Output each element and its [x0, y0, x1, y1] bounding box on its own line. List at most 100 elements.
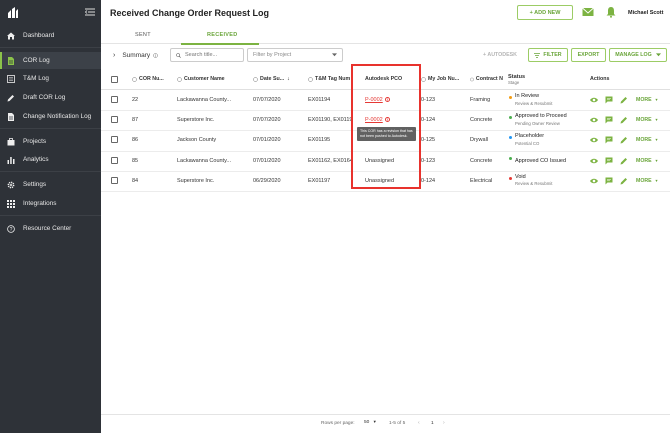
row-checkbox[interactable]	[111, 176, 118, 184]
sidebar-item-label: Integrations	[23, 200, 57, 207]
tab-bar: SENT RECEIVED	[101, 26, 670, 45]
sidebar-item-draft-cor-log[interactable]: Draft COR Log	[0, 89, 101, 106]
status-dot	[509, 136, 512, 140]
cor-number: 87	[132, 117, 139, 124]
edit-pencil-icon[interactable]	[620, 157, 628, 165]
autodesk-button[interactable]: + AUTODESK	[477, 48, 523, 62]
row-checkbox[interactable]	[111, 96, 118, 103]
view-eye-icon[interactable]	[590, 96, 598, 104]
contract-name: Concrete	[470, 117, 493, 124]
filter-icon	[534, 52, 541, 58]
sidebar-item-label: COR Log	[23, 57, 50, 64]
tab-received[interactable]: RECEIVED	[207, 32, 238, 38]
search-box[interactable]	[170, 48, 244, 62]
export-button[interactable]: EXPORT	[571, 48, 606, 62]
view-eye-icon[interactable]	[590, 177, 598, 185]
chevron-down-icon	[332, 53, 337, 57]
column-header-customer-name[interactable]: Customer Name	[177, 69, 247, 89]
sidebar: Dashboard COR Log T&M Log Draft COR Log …	[0, 0, 101, 433]
more-menu-button[interactable]: MORE ▼	[636, 97, 658, 103]
sidebar-item-label: Draft COR Log	[23, 94, 66, 101]
date-submitted: 07/07/2020	[253, 97, 281, 103]
briefcase-icon	[7, 137, 15, 145]
select-all-checkbox[interactable]	[111, 76, 118, 83]
page-title: Received Change Order Request Log	[110, 8, 270, 18]
rows-per-page-select[interactable]: 50 ▼	[364, 419, 377, 425]
column-header-status[interactable]: Status Stage	[508, 69, 568, 89]
sidebar-item-integrations[interactable]: Integrations	[0, 195, 101, 212]
summary-label: Summary	[122, 52, 151, 59]
sidebar-item-settings[interactable]: Settings	[0, 176, 101, 193]
search-input[interactable]	[185, 52, 243, 58]
more-menu-button[interactable]: MORE ▼	[636, 158, 658, 164]
collapse-menu-icon[interactable]	[85, 8, 95, 16]
edit-pencil-icon[interactable]	[620, 177, 628, 185]
row-checkbox[interactable]	[111, 116, 118, 124]
pencil-icon	[7, 94, 14, 101]
more-menu-button[interactable]: MORE ▼	[636, 178, 658, 184]
sidebar-item-cor-log[interactable]: COR Log	[0, 52, 101, 69]
help-icon: ?	[7, 224, 15, 233]
sidebar-item-dashboard[interactable]: Dashboard	[0, 27, 101, 44]
filter-button[interactable]: FILTER	[528, 48, 568, 62]
info-icon	[470, 77, 474, 81]
comment-icon[interactable]	[605, 96, 613, 104]
tm-tag-number: EX01190, EX0119	[308, 117, 352, 124]
sidebar-item-label: Settings	[23, 181, 47, 188]
edit-pencil-icon[interactable]	[620, 136, 628, 144]
more-menu-button[interactable]: MORE ▼	[636, 117, 658, 123]
view-eye-icon[interactable]	[590, 157, 598, 165]
info-icon	[153, 53, 158, 58]
current-page: 1	[431, 421, 434, 426]
job-number: 0-125	[421, 137, 436, 144]
sidebar-item-analytics[interactable]: Analytics	[0, 151, 101, 168]
filter-by-project-select[interactable]: Filter by Project	[247, 48, 343, 62]
more-menu-button[interactable]: MORE ▼	[636, 137, 658, 143]
next-page-icon[interactable]: ›	[443, 420, 445, 426]
tab-sent[interactable]: SENT	[135, 32, 151, 38]
row-checkbox[interactable]	[111, 136, 118, 144]
column-header-cor-number[interactable]: COR Nu...	[132, 69, 172, 89]
mail-icon[interactable]	[582, 6, 594, 18]
date-submitted: 07/01/2020	[253, 157, 281, 164]
job-number: 0-123	[421, 157, 436, 164]
edit-pencil-icon[interactable]	[620, 116, 628, 124]
sidebar-item-projects[interactable]: Projects	[0, 133, 101, 150]
manage-log-button[interactable]: MANAGE LOG	[609, 48, 667, 62]
sort-arrow-icon: ↓	[287, 76, 290, 82]
sidebar-item-change-notification-log[interactable]: Change Notification Log	[0, 108, 101, 125]
summary-toggle[interactable]: › Summary	[113, 52, 158, 59]
date-submitted: 06/29/2020	[253, 177, 281, 184]
edit-pencil-icon[interactable]	[620, 96, 628, 104]
add-new-button[interactable]: + ADD NEW	[517, 5, 573, 20]
stage-label: Review & Resubmit	[515, 181, 553, 187]
user-name[interactable]: Michael Scott	[628, 10, 663, 16]
comment-icon[interactable]	[605, 177, 613, 185]
sidebar-item-tm-log[interactable]: T&M Log	[0, 70, 101, 87]
status-label: In Review	[515, 93, 540, 99]
view-eye-icon[interactable]	[590, 116, 598, 124]
document-icon	[8, 56, 14, 65]
chevron-down-icon: ▼	[654, 158, 659, 163]
column-header-contract[interactable]: Contract N	[470, 69, 503, 89]
info-icon	[132, 76, 137, 82]
column-header-tm-tag[interactable]: T&M Tag Num	[308, 69, 354, 89]
date-submitted: 07/07/2020	[253, 117, 281, 124]
bell-icon[interactable]	[605, 6, 617, 18]
contract-name: Drywall	[470, 137, 489, 144]
comment-icon[interactable]	[605, 136, 613, 144]
comment-icon[interactable]	[605, 116, 613, 124]
column-header-job-number[interactable]: My Job Nu...	[421, 69, 467, 89]
home-icon	[7, 32, 15, 39]
customer-name: Superstore Inc.	[177, 177, 215, 184]
view-eye-icon[interactable]	[590, 136, 598, 144]
row-checkbox[interactable]	[111, 156, 118, 164]
job-number: 0-124	[421, 177, 436, 184]
column-header-date-submitted[interactable]: Date Su... ↓	[253, 69, 303, 89]
chevron-right-icon: ›	[113, 52, 116, 59]
sidebar-item-resource-center[interactable]: ? Resource Center	[0, 220, 101, 237]
comment-icon[interactable]	[605, 157, 613, 165]
stage-label: Pending Owner Review	[515, 120, 560, 126]
chevron-down-icon: ▼	[654, 178, 659, 183]
previous-page-icon[interactable]: ‹	[418, 420, 420, 426]
